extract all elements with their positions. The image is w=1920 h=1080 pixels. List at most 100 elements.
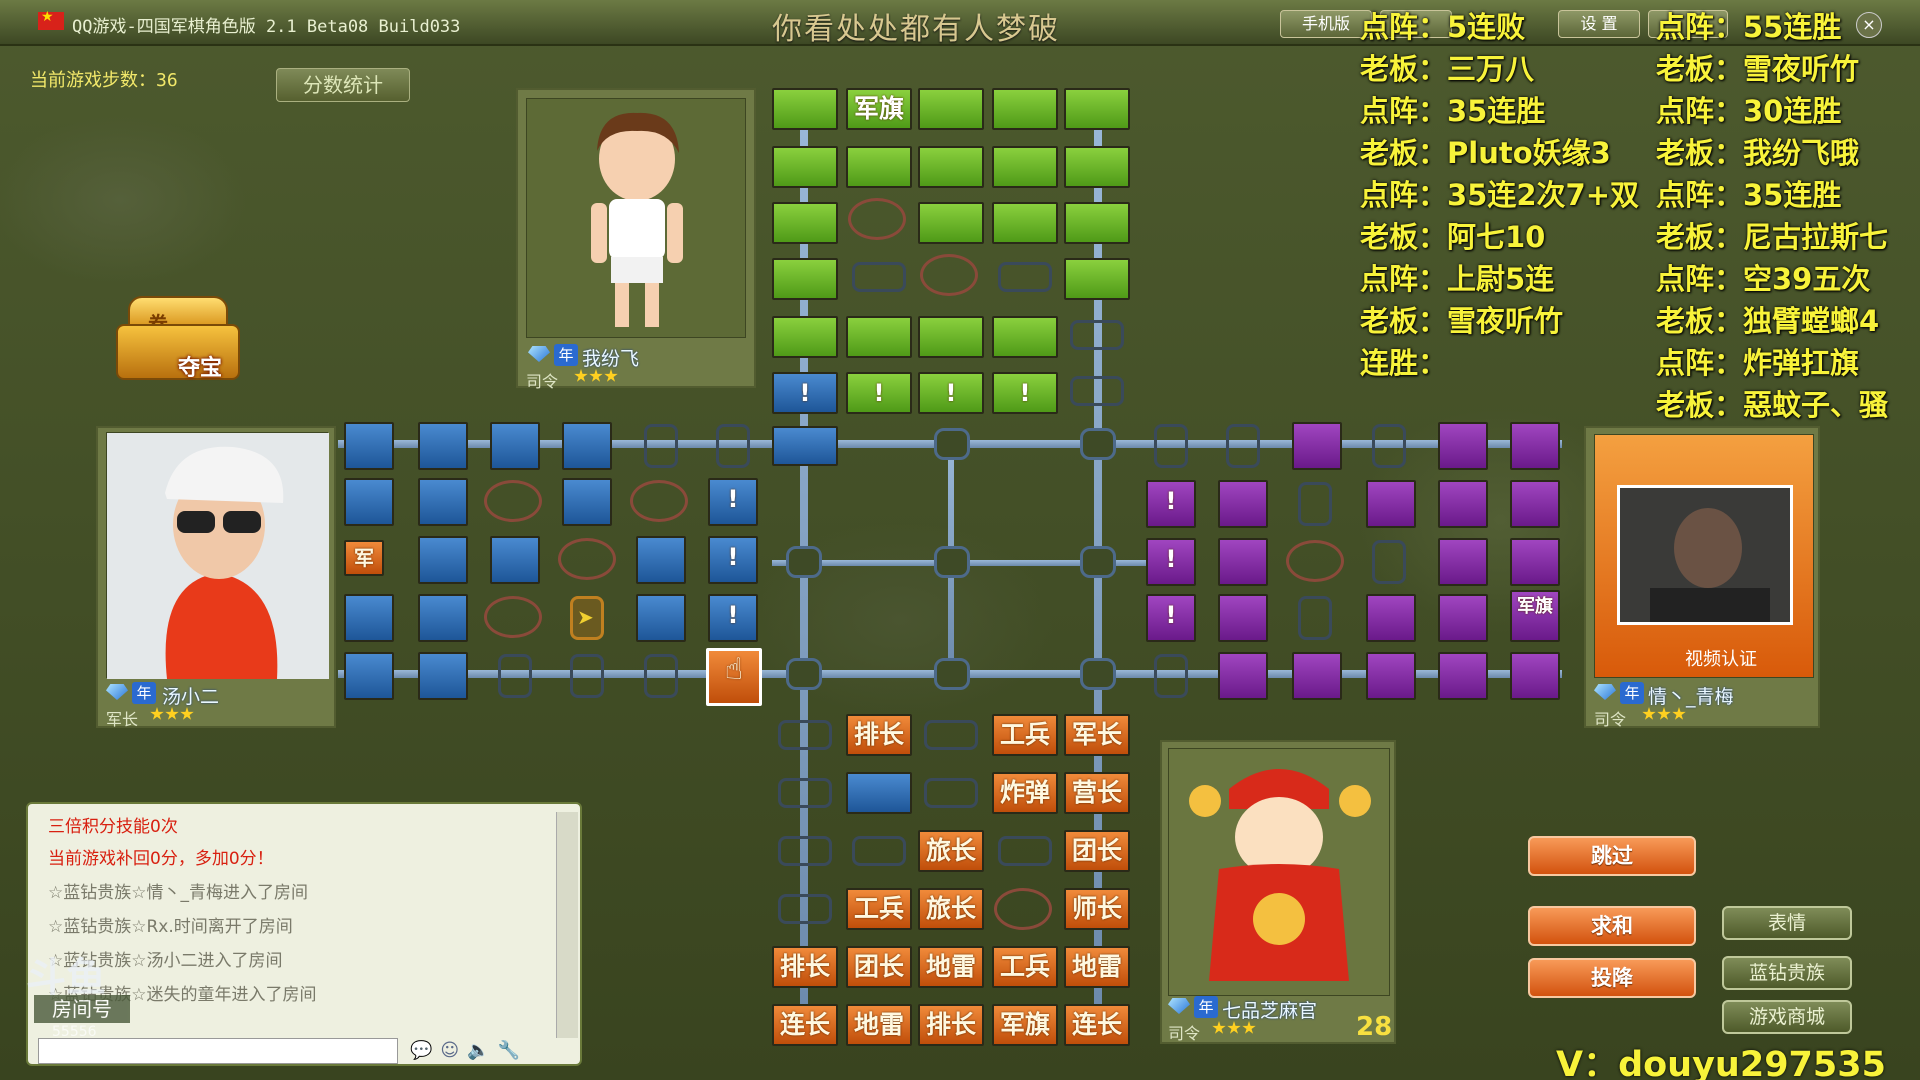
empty-node[interactable] [644,424,678,468]
own-piece[interactable]: 地雷 [918,946,984,988]
last-move-node[interactable]: ➤ [570,596,604,640]
green-piece[interactable] [1064,258,1130,300]
station[interactable] [934,428,970,460]
green-piece[interactable]: ! [992,372,1058,414]
own-piece[interactable]: 地雷 [1064,946,1130,988]
own-piece[interactable]: 师长 [1064,888,1130,930]
blue-piece[interactable]: ! [772,372,838,414]
empty-node[interactable] [1372,424,1406,468]
emotion-button[interactable]: 表情 [1722,906,1852,940]
purple-piece[interactable] [1218,480,1268,528]
green-piece[interactable] [846,316,912,358]
empty-node[interactable] [778,836,832,866]
station[interactable] [1080,428,1116,460]
purple-piece[interactable] [1218,538,1268,586]
own-piece[interactable]: 排长 [918,1004,984,1046]
green-piece[interactable] [992,202,1058,244]
green-piece[interactable] [772,258,838,300]
purple-piece[interactable] [1438,480,1488,528]
empty-node[interactable] [1070,320,1124,350]
blue-piece[interactable]: ! [708,478,758,526]
purple-piece[interactable] [1438,594,1488,642]
empty-node[interactable] [1298,596,1332,640]
green-piece[interactable] [992,146,1058,188]
station[interactable] [786,658,822,690]
blue-piece[interactable] [344,652,394,700]
empty-node[interactable] [1372,540,1406,584]
purple-piece[interactable] [1438,652,1488,700]
purple-piece[interactable] [1218,594,1268,642]
own-piece[interactable]: 团长 [1064,830,1130,872]
purple-piece[interactable] [1292,422,1342,470]
blue-piece[interactable] [490,536,540,584]
green-piece[interactable] [992,88,1058,130]
blue-piece[interactable] [772,426,838,466]
green-piece[interactable] [1064,202,1130,244]
blue-piece[interactable]: ! [708,536,758,584]
own-piece[interactable]: 炸弹 [992,772,1058,814]
empty-node[interactable] [778,720,832,750]
empty-node[interactable] [644,654,678,698]
own-piece[interactable]: 连长 [1064,1004,1130,1046]
surrender-button[interactable]: 投降 [1528,958,1696,998]
blue-piece[interactable] [418,422,468,470]
purple-piece[interactable] [1366,594,1416,642]
green-piece[interactable] [772,316,838,358]
purple-piece[interactable] [1366,480,1416,528]
station[interactable] [786,546,822,578]
green-piece[interactable] [918,202,984,244]
empty-node[interactable] [1298,482,1332,526]
green-piece[interactable] [918,88,984,130]
purple-piece[interactable] [1510,538,1560,586]
skip-button[interactable]: 跳过 [1528,836,1696,876]
chat-input[interactable] [38,1038,398,1064]
green-piece[interactable] [992,316,1058,358]
own-piece[interactable]: 旅长 [918,830,984,872]
empty-node[interactable] [924,778,978,808]
camp-node[interactable] [558,538,616,580]
empty-node[interactable] [570,654,604,698]
green-flag-piece[interactable]: 军旗 [846,88,912,130]
purple-piece[interactable] [1438,538,1488,586]
blue-piece[interactable] [344,422,394,470]
chat-scrollbar[interactable] [556,812,578,1038]
camp-node[interactable] [920,254,978,296]
own-piece[interactable]: 工兵 [846,888,912,930]
chat-toolbar-icons[interactable]: 💬☺🔈🔧 [410,1040,528,1061]
game-shop-button[interactable]: 游戏商城 [1722,1000,1852,1034]
purple-piece[interactable] [1510,422,1560,470]
camp-node[interactable] [484,480,542,522]
purple-flag-piece[interactable]: 军旗 [1510,590,1560,642]
empty-node[interactable] [716,424,750,468]
blue-piece[interactable] [344,594,394,642]
purple-piece[interactable] [1218,652,1268,700]
green-piece[interactable] [846,146,912,188]
own-piece[interactable]: 军旗 [992,1004,1058,1046]
green-piece[interactable] [1064,146,1130,188]
own-piece[interactable]: 旅长 [918,888,984,930]
empty-node[interactable] [1226,424,1260,468]
station[interactable] [1080,658,1116,690]
green-piece[interactable] [918,146,984,188]
empty-node[interactable] [1154,654,1188,698]
own-piece[interactable]: 连长 [772,1004,838,1046]
blue-piece[interactable] [418,536,468,584]
green-piece[interactable] [1064,88,1130,130]
blue-diamond-button[interactable]: 蓝钻贵族 [1722,956,1852,990]
station[interactable] [934,658,970,690]
own-piece[interactable]: 工兵 [992,714,1058,756]
purple-piece[interactable] [1366,652,1416,700]
blue-piece[interactable] [636,536,686,584]
blue-piece[interactable] [846,772,912,814]
camp-node[interactable] [848,198,906,240]
green-piece[interactable] [772,146,838,188]
empty-node[interactable] [924,720,978,750]
station[interactable] [1080,546,1116,578]
empty-node[interactable] [998,836,1052,866]
empty-node[interactable] [1070,376,1124,406]
blue-piece[interactable]: ! [708,594,758,642]
blue-piece[interactable] [418,652,468,700]
blue-piece[interactable] [418,594,468,642]
purple-piece[interactable] [1510,480,1560,528]
green-piece[interactable]: ! [846,372,912,414]
